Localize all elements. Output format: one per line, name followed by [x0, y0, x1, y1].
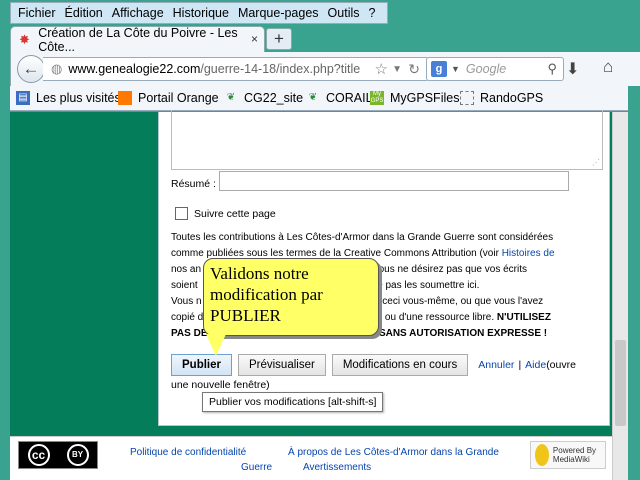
creative-commons-badge[interactable]: cc BY: [18, 441, 98, 469]
legal-line: écrit ceci vous-même, ou que vous l'avez: [360, 296, 544, 307]
callout-pointer: [206, 334, 226, 356]
legal-line: nos an: [171, 264, 202, 275]
license-link[interactable]: Histoires de: [502, 248, 555, 259]
globe-icon: ◍: [51, 61, 63, 76]
summary-label: Résumé :: [171, 178, 216, 190]
bookmark-label: RandoGPS: [480, 91, 544, 105]
bookmark-label: Les plus visités: [36, 91, 121, 105]
cancel-link[interactable]: Annuler: [478, 359, 514, 371]
back-button[interactable]: ←: [17, 55, 45, 83]
site-favicon-icon: ✸: [19, 31, 30, 47]
most-visited-icon: ▤: [16, 91, 30, 105]
callout-line: modification par: [210, 285, 323, 304]
publish-button[interactable]: Publier: [171, 354, 232, 376]
legal-line: Vous n: [171, 296, 202, 307]
legal-warning: N'UTILISEZ: [496, 312, 551, 323]
home-icon[interactable]: ⌂: [603, 57, 613, 77]
tab-close-icon[interactable]: ×: [251, 32, 258, 46]
vertical-scrollbar[interactable]: [612, 112, 628, 480]
menu-affichage[interactable]: Affichage: [112, 6, 164, 20]
cc-icon: cc: [27, 444, 50, 466]
search-bar[interactable]: g ▼ Google ⚲: [426, 57, 564, 81]
cg22-icon: ❦: [226, 92, 236, 103]
url-domain: www.genealogie22.com: [68, 62, 201, 76]
watch-checkbox[interactable]: [175, 207, 188, 220]
menu-historique[interactable]: Historique: [173, 6, 229, 20]
menu-marque-pages[interactable]: Marque-pages: [238, 6, 319, 20]
search-placeholder: Google: [465, 62, 507, 76]
help-link[interactable]: Aide: [525, 359, 546, 371]
window-edge: [628, 86, 640, 480]
corail-icon: ❦: [308, 92, 318, 103]
bookmark-mygpsfiles[interactable]: My GPS MyGPSFiles: [370, 91, 459, 105]
mediawiki-logo-icon: [535, 444, 549, 466]
url-dropdown-icon[interactable]: ▼: [392, 64, 402, 75]
privacy-link[interactable]: Politique de confidentialité: [130, 447, 246, 458]
bookmark-orange[interactable]: Portail Orange: [118, 91, 219, 105]
reload-icon[interactable]: ↻: [408, 61, 420, 78]
folder-empty-icon: [460, 91, 474, 105]
callout-line: Validons notre: [210, 264, 309, 283]
resize-grip-icon[interactable]: ⋰: [592, 158, 600, 167]
navigation-bar: ← ◍ www.genealogie22.com/guerre-14-18/in…: [10, 52, 640, 86]
preview-button[interactable]: Prévisualiser: [237, 354, 326, 376]
watch-page-option[interactable]: Suivre cette page: [175, 207, 276, 220]
publish-tooltip: Publier vos modifications [alt-shift-s]: [202, 392, 384, 412]
legal-line: soient: [171, 280, 198, 291]
mediawiki-badge[interactable]: Powered By MediaWiki: [530, 441, 606, 469]
by-icon: BY: [66, 444, 89, 466]
bookmarks-bar: ▤ Les plus visités Portail Orange ❦ CG22…: [10, 86, 640, 111]
bookmark-star-icon[interactable]: ☆: [375, 60, 388, 78]
bookmark-corail[interactable]: ❦ CORAIL: [306, 91, 373, 105]
about-link[interactable]: À propos de Les Côtes-d'Armor dans la Gr…: [288, 447, 499, 458]
tab-active[interactable]: ✸ Création de La Côte du Poivre - Les Cô…: [10, 25, 265, 54]
back-arrow-icon: ←: [22, 59, 40, 78]
edit-actions: Publier Prévisualiser Modifications en c…: [171, 354, 576, 376]
separator: |: [518, 359, 522, 371]
scrollbar-thumb[interactable]: [615, 340, 626, 426]
browser-window: Fichier Édition Affichage Historique Mar…: [0, 0, 640, 480]
help-suffix: (ouvre: [546, 359, 576, 371]
bookmark-label: MyGPSFiles: [390, 91, 460, 105]
tab-strip: ✸ Création de La Côte du Poivre - Les Cô…: [0, 24, 640, 54]
legal-line: ). Si vous ne désirez pas que vos écrits: [353, 264, 528, 275]
page-footer: cc BY Politique de confidentialité À pro…: [10, 436, 612, 480]
menu-help[interactable]: ?: [369, 6, 376, 20]
bookmark-most-visited[interactable]: ▤ Les plus visités: [16, 91, 121, 105]
url-bar[interactable]: ◍ www.genealogie22.com/guerre-14-18/inde…: [43, 57, 429, 81]
legal-line: copié d: [171, 312, 204, 323]
callout-line: PUBLIER: [210, 306, 281, 325]
menu-edition[interactable]: Édition: [65, 6, 103, 20]
annotation-callout: Validons notre modification par PUBLIER: [203, 258, 379, 336]
about-link-continued[interactable]: Guerre: [241, 462, 272, 473]
search-icon[interactable]: ⚲: [547, 61, 557, 77]
legal-line: Toutes les contributions à Les Côtes-d'A…: [171, 232, 554, 243]
menu-bar: Fichier Édition Affichage Historique Mar…: [10, 2, 388, 24]
bookmark-label: Portail Orange: [138, 91, 219, 105]
url-path: /guerre-14-18/index.php?title: [200, 62, 361, 76]
mediawiki-label: Powered By MediaWiki: [552, 446, 597, 464]
google-engine-icon[interactable]: g: [431, 61, 447, 77]
new-tab-button[interactable]: +: [266, 28, 292, 50]
mygps-icon: My GPS: [370, 91, 384, 105]
menu-fichier[interactable]: Fichier: [18, 6, 56, 20]
watch-label: Suivre cette page: [194, 207, 276, 220]
bookmark-randogps[interactable]: RandoGPS: [460, 91, 543, 105]
disclaimers-link[interactable]: Avertissements: [303, 462, 371, 473]
show-changes-button[interactable]: Modifications en cours: [331, 354, 469, 376]
bookmark-label: CG22_site: [244, 91, 304, 105]
tab-title: Création de La Côte du Poivre - Les Côte…: [38, 25, 238, 54]
help-suffix-continued: une nouvelle fenêtre): [171, 379, 270, 391]
bookmark-label: CORAIL: [326, 91, 373, 105]
menu-outils[interactable]: Outils: [328, 6, 360, 20]
edit-textarea[interactable]: ⋰: [171, 110, 603, 170]
engine-dropdown-icon[interactable]: ▼: [451, 64, 460, 74]
orange-icon: [118, 91, 132, 105]
bookmark-cg22[interactable]: ❦ CG22_site: [224, 91, 303, 105]
summary-input[interactable]: [219, 171, 569, 191]
download-icon[interactable]: ⬇: [566, 59, 579, 79]
